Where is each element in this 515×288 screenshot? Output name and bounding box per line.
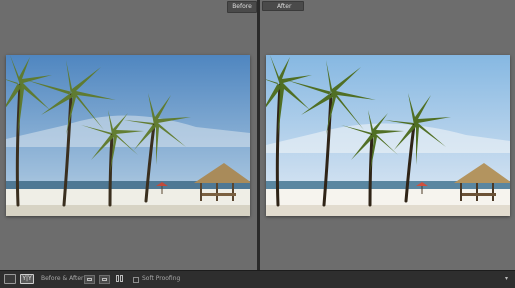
loupe-view-icon [5,275,15,283]
copy-before-to-after-button[interactable] [84,275,95,284]
loupe-view-button[interactable] [4,274,16,284]
before-label: Before [227,1,257,13]
soft-proofing-label: Soft Proofing [142,275,181,282]
chevron-down-icon: ▾ [505,275,509,282]
before-pane: Before [0,0,257,270]
after-photo-image [266,55,510,216]
toolbar-menu-button[interactable]: ▾ [505,275,508,283]
after-photo[interactable] [266,55,510,216]
copy-after-to-before-button[interactable] [99,275,110,284]
after-label: After [262,1,304,11]
after-pane: After [260,0,515,270]
before-photo[interactable] [6,55,250,216]
before-photo-image [6,55,250,216]
swap-button[interactable] [115,274,125,284]
before-after-view-button[interactable]: Y|Y [20,274,34,284]
soft-proofing-checkbox[interactable] [133,277,139,283]
before-after-label: Before & After : [41,275,88,282]
develop-compare-view: Before After Y|Y Before & After: Soft P… [0,0,515,288]
bottom-toolbar: Y|Y Before & After : Soft Proofing ▾ [0,270,515,288]
before-after-view-icon: Y|Y [22,275,32,282]
